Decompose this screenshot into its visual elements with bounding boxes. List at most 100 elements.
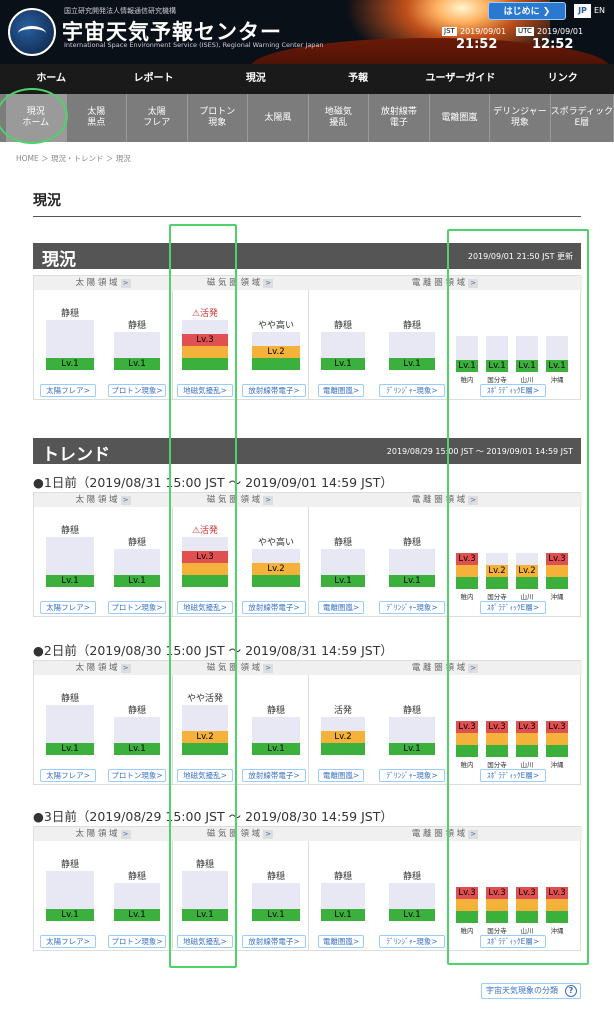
nav-current[interactable]: 現況 (205, 64, 307, 94)
level-segment: Lv.1 (252, 909, 300, 921)
region-divider (308, 507, 309, 617)
level-segment: Lv.1 (389, 909, 435, 921)
subnav-proton[interactable]: プロトン 現象 (188, 94, 249, 142)
detail-link[interactable]: プロトン現象> (108, 769, 166, 782)
subnav-dellinger[interactable]: デリンジャー 現象 (490, 94, 551, 142)
region-header-solar[interactable]: 太 陽 領 域 > (34, 661, 172, 675)
level-gauge: Lv.1 (114, 549, 160, 587)
chevron-right-icon[interactable]: > (120, 830, 131, 839)
chevron-right-icon[interactable]: > (263, 496, 274, 505)
subnav-solar-flare[interactable]: 太陽 フレア (127, 94, 188, 142)
level-gauge: Lv.1 (114, 883, 160, 921)
lang-jp-button[interactable]: JP (574, 4, 591, 18)
level-segment: Lv.1 (46, 743, 94, 755)
nav-user-guide[interactable]: ユーザーガイド (409, 64, 511, 94)
chevron-right-icon[interactable]: > (263, 664, 274, 673)
status-text: 静穏 (266, 872, 285, 882)
region-header-solar[interactable]: 太 陽 領 域 > (34, 827, 172, 841)
level-segment: Lv.1 (46, 909, 94, 921)
level-gauge: Lv.1 (114, 717, 160, 755)
status-text: やや高い (257, 538, 294, 548)
lang-en-button[interactable]: EN (591, 4, 608, 18)
jst-time: 21:52 (456, 37, 498, 52)
jst-date: 2019/09/01 (460, 27, 507, 36)
level-gauge: Lv.1 (252, 717, 300, 755)
detail-link[interactable]: プロトン現象> (108, 935, 166, 948)
chevron-right-icon[interactable]: > (263, 830, 274, 839)
level-gauge: Lv.1 (389, 332, 435, 370)
region-label: 太 陽 領 域 (75, 278, 118, 288)
chevron-right-icon[interactable]: > (120, 664, 131, 673)
subnav-ionospheric-storm[interactable]: 電離圏嵐 (430, 94, 491, 142)
level-segment: Lv.1 (389, 575, 435, 587)
detail-link[interactable]: 放射線帯電子> (242, 601, 306, 614)
level-gauge: Lv.1 (321, 883, 365, 921)
chevron-right-icon[interactable]: > (263, 279, 274, 288)
detail-link[interactable]: ﾃﾞﾘﾝｼﾞｬｰ現象> (379, 601, 445, 614)
region-header-solar[interactable]: 太 陽 領 域 > (34, 493, 172, 507)
detail-link[interactable]: 放射線帯電子> (242, 384, 306, 397)
title-divider (33, 216, 581, 217)
breadcrumb[interactable]: HOME ＞ 現況・トレンド ＞ 現況 (16, 153, 131, 164)
region-header-solar[interactable]: 太 陽 領 域 > (34, 276, 172, 290)
region-divider (308, 841, 309, 951)
subnav-solar-wind[interactable]: 太陽風 (248, 94, 309, 142)
detail-link[interactable]: 太陽フレア> (40, 935, 96, 948)
detail-link[interactable]: 太陽フレア> (40, 601, 96, 614)
utc-time: 12:52 (532, 37, 574, 52)
status-text: 静穏 (402, 706, 421, 716)
detail-link[interactable]: プロトン現象> (108, 601, 166, 614)
level-segment: Lv.1 (321, 358, 365, 370)
detail-link[interactable]: 放射線帯電子> (242, 935, 306, 948)
region-label: 太 陽 領 域 (75, 663, 118, 673)
detail-link[interactable]: ﾃﾞﾘﾝｼﾞｬｰ現象> (379, 384, 445, 397)
level-segment: Lv.1 (114, 575, 160, 587)
level-gauge: Lv.1 (46, 705, 94, 755)
nav-home[interactable]: ホーム (0, 64, 102, 94)
level-gauge: Lv.1 (46, 320, 94, 370)
detail-link[interactable]: 電離圏嵐> (318, 769, 364, 782)
detail-link[interactable]: 電離圏嵐> (318, 384, 364, 397)
chevron-right-icon[interactable]: > (120, 279, 131, 288)
detail-link[interactable]: 電離圏嵐> (318, 601, 364, 614)
subnav-sporadic-e[interactable]: スポラディック E層 (551, 94, 614, 142)
detail-link[interactable]: 太陽フレア> (40, 769, 96, 782)
subnav-geomagnetic[interactable]: 地磁気 擾乱 (309, 94, 370, 142)
detail-link[interactable]: 電離圏嵐> (318, 935, 364, 948)
status-text: 静穏 (60, 694, 79, 704)
detail-link[interactable]: 放射線帯電子> (242, 769, 306, 782)
status-text: 静穏 (333, 538, 352, 548)
detail-link[interactable]: ﾃﾞﾘﾝｼﾞｬｰ現象> (379, 769, 445, 782)
org-name: 国立研究開発法人情報通信研究機構 (64, 7, 176, 15)
detail-link[interactable]: ﾃﾞﾘﾝｼﾞｬｰ現象> (379, 935, 445, 948)
nav-forecast[interactable]: 予報 (307, 64, 409, 94)
phenomena-classification-link[interactable]: 宇宙天気現象の分類 ? (481, 983, 581, 999)
nav-links[interactable]: リンク (512, 64, 614, 94)
status-text: 静穏 (402, 538, 421, 548)
highlight-geomagnetic-column (169, 224, 237, 968)
utc-date: 2019/09/01 (537, 27, 584, 36)
status-text: 静穏 (127, 872, 146, 882)
nict-logo[interactable] (8, 8, 56, 56)
detail-link[interactable]: 太陽フレア> (40, 384, 96, 397)
status-text: 静穏 (60, 860, 79, 870)
chevron-right-icon[interactable]: > (120, 496, 131, 505)
nav-report[interactable]: レポート (102, 64, 204, 94)
current-section-title: 現況 (42, 250, 76, 270)
level-gauge: Lv.1 (321, 332, 365, 370)
region-divider (308, 290, 309, 400)
detail-link[interactable]: プロトン現象> (108, 384, 166, 397)
trend-section-title: トレンド (42, 445, 110, 465)
subnav-radiation-belt[interactable]: 放射線帯 電子 (369, 94, 430, 142)
level-segment: Lv.2 (252, 346, 300, 358)
level-segment (252, 575, 300, 587)
subnav-sunspot[interactable]: 太陽 黒点 (67, 94, 128, 142)
level-gauge: Lv.1 (114, 332, 160, 370)
region-divider (308, 675, 309, 785)
start-button[interactable]: はじめに ❯ (488, 2, 566, 20)
level-gauge: Lv.2 (252, 549, 300, 587)
classification-link-label: 宇宙天気現象の分類 (486, 986, 558, 995)
status-text: 静穏 (266, 706, 285, 716)
level-segment: Lv.1 (252, 743, 300, 755)
level-gauge: Lv.1 (46, 871, 94, 921)
